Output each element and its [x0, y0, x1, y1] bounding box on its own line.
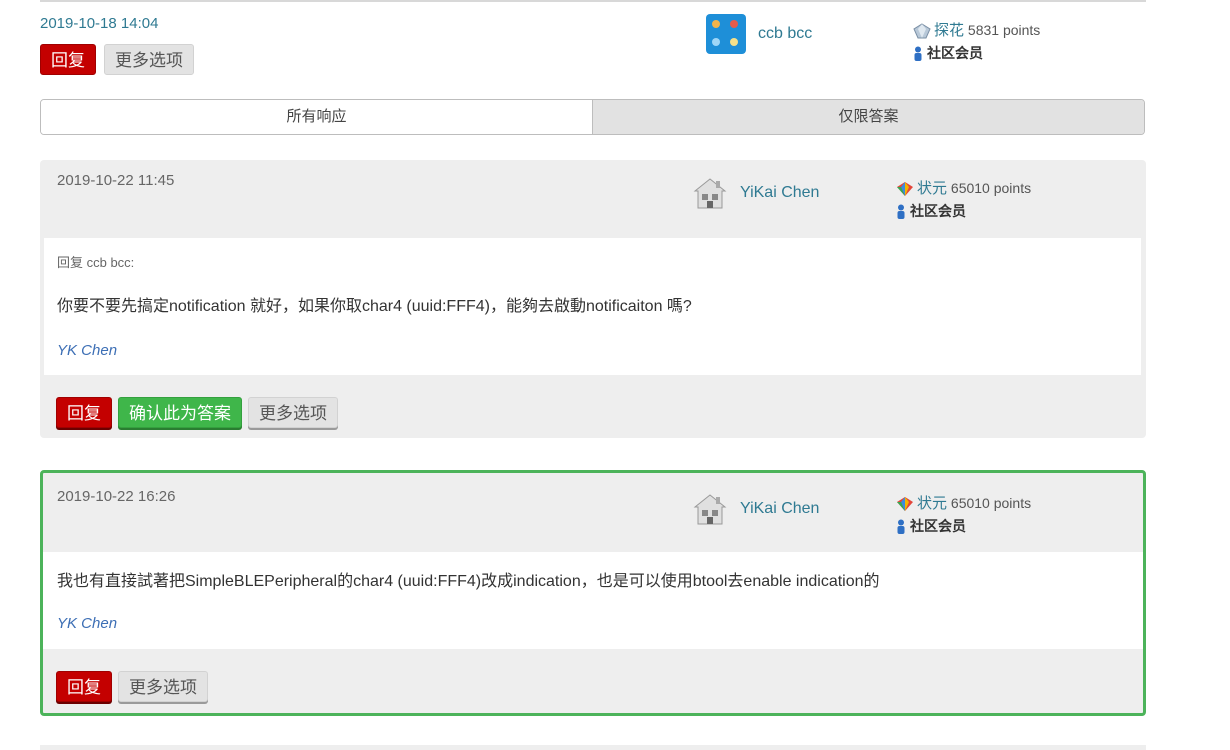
- reply-button[interactable]: 回复: [40, 44, 96, 75]
- response-filter-tabs: 所有响应 仅限答案: [40, 99, 1145, 135]
- points-label: 65010 points: [950, 495, 1032, 511]
- member-icon: [914, 46, 922, 62]
- avatar[interactable]: [692, 491, 728, 527]
- rank-label[interactable]: 状元: [917, 495, 947, 512]
- question-actions: 回复 更多选项: [40, 44, 194, 75]
- reply-content: 我也有直接試著把SimpleBLEPeripheral的char4 (uuid:…: [57, 573, 880, 590]
- reply-button[interactable]: 回复: [56, 671, 112, 702]
- member-role: 社区会员: [910, 203, 966, 219]
- reply-actions: 回复 更多选项: [56, 671, 208, 702]
- rank-label[interactable]: 探花: [934, 22, 964, 39]
- reply-author[interactable]: YiKai Chen: [692, 491, 819, 527]
- reply-button[interactable]: 回复: [56, 397, 112, 428]
- gem-icon: [897, 497, 913, 512]
- author-badge: 状元 65010 points 社区会员: [896, 177, 1031, 222]
- avatar[interactable]: [706, 14, 746, 54]
- reply-author[interactable]: YiKai Chen: [692, 175, 819, 211]
- accepted-reply-card: 2019-10-22 16:26 YiKai Chen 状元 65010 poi…: [40, 470, 1146, 716]
- tab-all-responses[interactable]: 所有响应: [41, 100, 592, 134]
- reply-body: 回复 ccb bcc: 你要不要先搞定notification 就好，如果你取c…: [44, 238, 1141, 375]
- question-date: 2019-10-18 14:04: [40, 15, 159, 32]
- points-label: 65010 points: [950, 180, 1032, 196]
- reply-card: 2019-10-22 11:45 YiKai Chen 状元 65010 poi…: [40, 160, 1146, 438]
- author-badge: 状元 65010 points 社区会员: [896, 492, 1031, 537]
- reply-content: 你要不要先搞定notification 就好，如果你取char4 (uuid:F…: [57, 298, 692, 315]
- author-badge: 探花 5831 points 社区会员: [913, 19, 1040, 64]
- gem-icon: [913, 23, 931, 39]
- rank-label[interactable]: 状元: [917, 180, 947, 197]
- more-options-button[interactable]: 更多选项: [104, 44, 194, 75]
- points-label: 5831 points: [967, 22, 1041, 38]
- accept-answer-button[interactable]: 确认此为答案: [118, 397, 242, 428]
- reply-signature: YK Chen: [57, 615, 118, 632]
- member-role: 社区会员: [927, 45, 983, 61]
- top-divider: [40, 0, 1146, 2]
- reply-signature: YK Chen: [57, 342, 118, 359]
- avatar[interactable]: [692, 175, 728, 211]
- more-options-button[interactable]: 更多选项: [118, 671, 208, 702]
- reply-actions: 回复 确认此为答案 更多选项: [56, 397, 338, 428]
- author-name[interactable]: ccb bcc: [758, 25, 812, 43]
- reply-body: 我也有直接試著把SimpleBLEPeripheral的char4 (uuid:…: [43, 552, 1143, 649]
- author-name[interactable]: YiKai Chen: [740, 184, 819, 202]
- member-icon: [897, 519, 905, 535]
- tab-answers-only[interactable]: 仅限答案: [592, 100, 1144, 134]
- reply-to-label: 回复 ccb bcc:: [57, 255, 135, 270]
- gem-icon: [897, 182, 913, 197]
- more-options-button[interactable]: 更多选项: [248, 397, 338, 428]
- author-name[interactable]: YiKai Chen: [740, 500, 819, 518]
- reply-date: 2019-10-22 16:26: [57, 488, 176, 505]
- bottom-divider: [40, 745, 1146, 750]
- question-author[interactable]: ccb bcc: [706, 14, 812, 54]
- reply-date: 2019-10-22 11:45: [57, 172, 175, 189]
- member-role: 社区会员: [910, 518, 966, 534]
- member-icon: [897, 204, 905, 220]
